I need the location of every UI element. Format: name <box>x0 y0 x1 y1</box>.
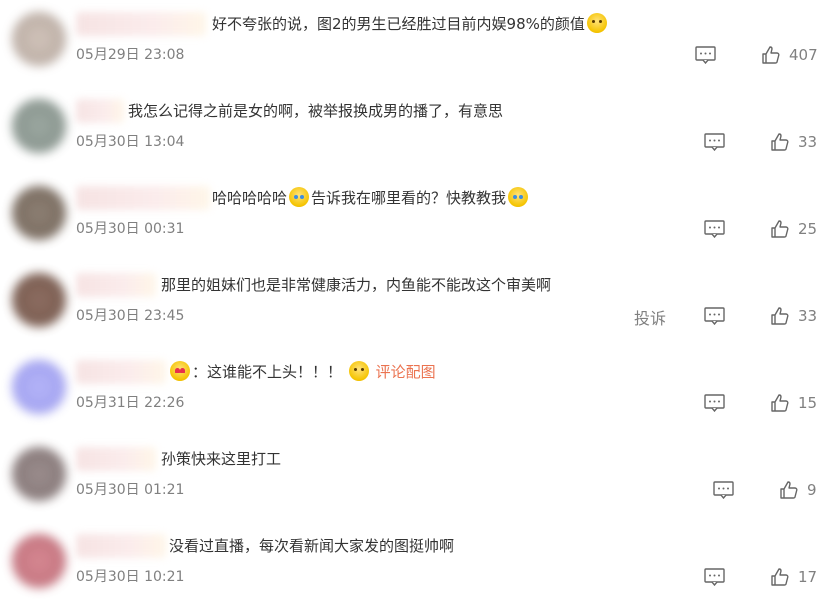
comment-text: 那里的姐妹们也是非常健康活力，内鱼能不能改这个审美啊 <box>161 276 552 294</box>
like-button[interactable]: 9 <box>779 480 817 500</box>
comment-text: 孙策快来这里打工 <box>161 450 282 468</box>
like-button[interactable]: 25 <box>770 219 817 239</box>
comment-timestamp: 05月31日 22:26 <box>76 395 185 411</box>
comment-icon[interactable] <box>704 133 725 151</box>
thumbs-up-icon <box>771 307 789 325</box>
thumbs-up-icon <box>771 394 789 412</box>
comment-icon[interactable] <box>704 220 725 238</box>
comment-text: 没看过直播，每次看新闻大家发的图挺帅啊 <box>169 537 455 555</box>
comment-timestamp: 05月29日 23:08 <box>76 47 185 63</box>
comment-timestamp: 05月30日 01:21 <box>76 482 185 498</box>
thumbs-up-icon <box>762 46 780 64</box>
username[interactable] <box>76 273 156 297</box>
avatar[interactable] <box>12 273 66 327</box>
comment-text: 我怎么记得之前是女的啊，被举报换成男的播了，有意思 <box>128 102 504 120</box>
username[interactable] <box>76 99 124 123</box>
comment-item: 我怎么记得之前是女的啊，被举报换成男的播了，有意思 05月30日 13:04 3… <box>0 87 833 174</box>
username[interactable] <box>76 360 166 384</box>
like-count: 33 <box>798 133 818 151</box>
comment-item: 那里的姐妹们也是非常健康活力，内鱼能不能改这个审美啊 05月30日 23:45 … <box>0 261 833 348</box>
comment-image-link[interactable]: 评论配图 <box>376 363 436 381</box>
thumbs-up-icon <box>771 133 789 151</box>
comment-timestamp: 05月30日 10:21 <box>76 569 185 585</box>
comment-text: 哈哈哈哈哈 告诉我在哪里看的？快教教我 <box>212 186 530 210</box>
comment-item: 孙策快来这里打工 05月30日 01:21 9 <box>0 435 833 522</box>
comment-icon[interactable] <box>704 307 725 325</box>
comment-icon[interactable] <box>713 481 734 499</box>
sweat-emoji-icon <box>586 13 607 33</box>
like-button[interactable]: 33 <box>770 132 817 152</box>
comment-item: ：这谁能不上头！！！ 评论配图 05月31日 22:26 15 <box>0 348 833 435</box>
comment-icon[interactable] <box>704 568 725 586</box>
username[interactable] <box>76 186 210 210</box>
avatar[interactable] <box>12 12 66 66</box>
comment-icon[interactable] <box>695 46 716 64</box>
like-count: 33 <box>798 307 818 325</box>
comment-item: 哈哈哈哈哈 告诉我在哪里看的？快教教我 05月30日 00:31 25 <box>0 174 833 261</box>
like-count: 407 <box>789 46 818 64</box>
thumbs-up-icon <box>780 481 798 499</box>
like-button[interactable]: 33 <box>770 306 817 326</box>
like-count: 15 <box>798 394 818 412</box>
comment-timestamp: 05月30日 00:31 <box>76 221 185 237</box>
username[interactable] <box>76 534 166 558</box>
avatar[interactable] <box>12 186 66 240</box>
avatar[interactable] <box>12 360 66 414</box>
comment-timestamp: 05月30日 13:04 <box>76 134 185 150</box>
smile-emoji-icon <box>348 361 369 381</box>
like-count: 17 <box>798 568 818 586</box>
laugh-cry-emoji-icon <box>289 187 310 207</box>
comment-timestamp: 05月30日 23:45 <box>76 308 185 324</box>
avatar[interactable] <box>12 534 66 588</box>
comment-text: ：这谁能不上头！！！ 评论配图 <box>168 360 436 384</box>
avatar[interactable] <box>12 447 66 501</box>
laugh-cry-emoji-icon <box>508 187 529 207</box>
thumbs-up-icon <box>771 220 789 238</box>
comment-text: 好不夸张的说，图2的男生已经胜过目前内娱98%的颜值 <box>212 12 609 36</box>
like-count: 9 <box>807 481 817 499</box>
comment-item: 没看过直播，每次看新闻大家发的图挺帅啊 05月30日 10:21 17 <box>0 522 833 609</box>
love-emoji-icon <box>170 361 190 381</box>
like-count: 25 <box>798 220 818 238</box>
username[interactable] <box>76 447 156 471</box>
comment-item: 好不夸张的说，图2的男生已经胜过目前内娱98%的颜值 05月29日 23:08 … <box>0 0 833 87</box>
username[interactable] <box>76 12 206 36</box>
report-link[interactable]: 投诉 <box>634 305 666 329</box>
like-button[interactable]: 17 <box>770 567 817 587</box>
avatar[interactable] <box>12 99 66 153</box>
comment-icon[interactable] <box>704 394 725 412</box>
thumbs-up-icon <box>771 568 789 586</box>
like-button[interactable]: 407 <box>761 45 818 65</box>
like-button[interactable]: 15 <box>770 393 817 413</box>
